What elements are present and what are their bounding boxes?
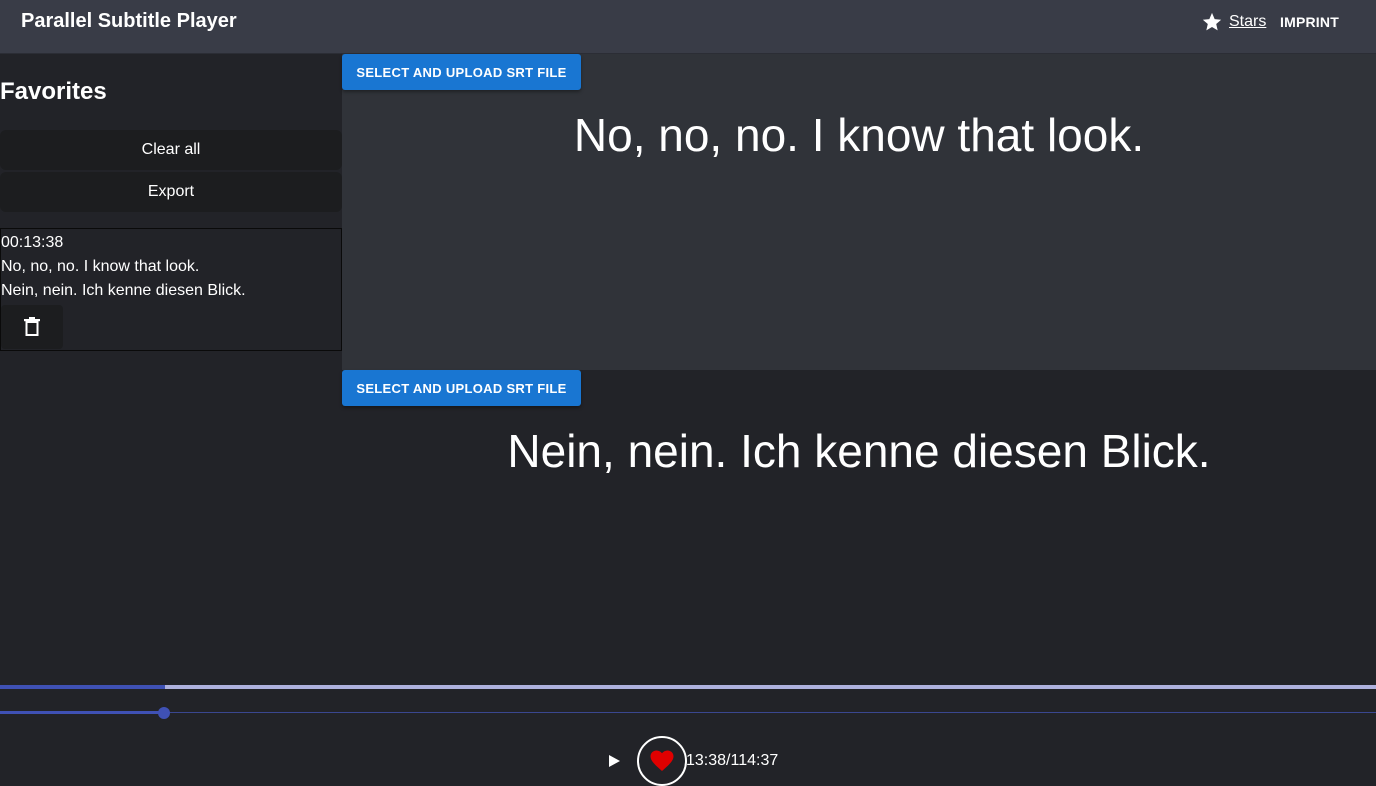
app-title: Parallel Subtitle Player (21, 10, 237, 32)
imprint-link[interactable]: IMPRINT (1280, 14, 1339, 30)
add-favorite-button[interactable] (637, 736, 687, 786)
favorites-sidebar: Favorites Clear all Export 00:13:38 No, … (0, 54, 342, 674)
upload-primary-srt-button[interactable]: SELECT AND UPLOAD SRT FILE (342, 54, 581, 90)
primary-subtitle-pane: SELECT AND UPLOAD SRT FILE No, no, no. I… (342, 54, 1376, 370)
seek-slider-track[interactable] (0, 711, 164, 714)
secondary-subtitle-pane: SELECT AND UPLOAD SRT FILE Nein, nein. I… (342, 370, 1376, 675)
primary-subtitle-text: No, no, no. I know that look. (573, 109, 1145, 161)
playback-progress-fill (0, 685, 165, 689)
star-icon (1202, 12, 1222, 31)
time-readout: 13:38/114:37 (686, 752, 779, 769)
seek-slider-rail[interactable] (0, 712, 1376, 713)
trash-icon (24, 317, 40, 336)
clear-all-button[interactable]: Clear all (0, 130, 342, 170)
secondary-subtitle-text: Nein, nein. Ich kenne diesen Blick. (507, 425, 1211, 477)
seek-slider-thumb[interactable] (158, 707, 170, 719)
heart-icon (650, 750, 674, 771)
player-controls: 13:38/114:37 (0, 736, 1376, 786)
upload-secondary-srt-button[interactable]: SELECT AND UPLOAD SRT FILE (342, 370, 581, 406)
play-icon (609, 755, 620, 767)
favorite-timestamp: 00:13:38 (1, 234, 64, 251)
favorite-line-original: No, no, no. I know that look. (1, 258, 200, 275)
favorites-heading: Favorites (0, 78, 107, 105)
export-button[interactable]: Export (0, 172, 342, 212)
favorite-item: 00:13:38 No, no, no. I know that look. N… (0, 228, 342, 351)
stars-link[interactable]: Stars (1201, 11, 1266, 33)
play-button[interactable] (604, 750, 624, 772)
playback-progress-bar (0, 685, 1376, 689)
stars-label: Stars (1229, 13, 1267, 30)
delete-favorite-button[interactable] (1, 305, 63, 349)
favorite-line-translation: Nein, nein. Ich kenne diesen Blick. (1, 282, 246, 299)
app-header: Parallel Subtitle Player Stars IMPRINT (0, 0, 1376, 54)
